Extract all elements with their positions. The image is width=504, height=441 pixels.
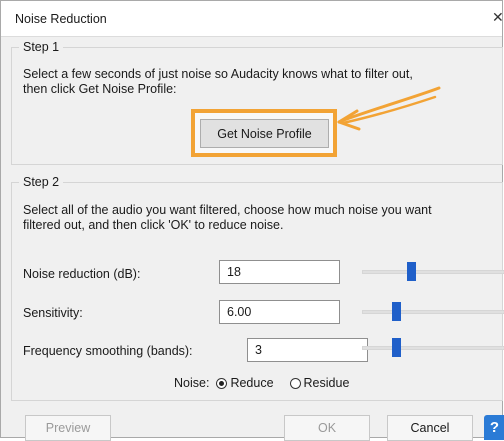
help-button[interactable]: ? <box>484 415 504 440</box>
noise-reduction-slider-thumb[interactable] <box>407 262 416 281</box>
frequency-smoothing-label: Frequency smoothing (bands): <box>23 344 193 358</box>
ok-button[interactable]: OK <box>284 415 370 441</box>
frequency-smoothing-slider-thumb[interactable] <box>392 338 401 357</box>
sensitivity-input[interactable]: 6.00 <box>219 300 340 324</box>
noise-reduction-input[interactable]: 18 <box>219 260 340 284</box>
residue-radio[interactable] <box>289 377 301 389</box>
step2-description-line1: Select all of the audio you want filtere… <box>23 203 432 217</box>
step1-description-line1: Select a few seconds of just noise so Au… <box>23 67 413 81</box>
title-bar: Noise Reduction ✕ <box>1 1 502 37</box>
reduce-radio-label[interactable]: Reduce <box>230 376 273 390</box>
window-title: Noise Reduction <box>15 12 107 26</box>
cancel-button[interactable]: Cancel <box>387 415 473 441</box>
sensitivity-label: Sensitivity: <box>23 306 83 320</box>
residue-radio-label[interactable]: Residue <box>304 376 350 390</box>
frequency-smoothing-input[interactable]: 3 <box>247 338 368 362</box>
get-noise-profile-button[interactable]: Get Noise Profile <box>200 119 329 148</box>
noise-mode-label: Noise: <box>174 376 210 390</box>
annotation-arrow-icon <box>337 86 441 131</box>
step1-label: Step 1 <box>19 40 64 54</box>
noise-reduction-dialog: Noise Reduction ✕ Step 1 Select a few se… <box>0 0 504 441</box>
step2-description-line2: filtered out, and then click 'OK' to red… <box>23 218 284 232</box>
noise-reduction-slider[interactable] <box>362 270 504 274</box>
step2-label: Step 2 <box>19 175 64 189</box>
step1-description-line2: then click Get Noise Profile: <box>23 82 177 96</box>
close-icon[interactable]: ✕ <box>492 9 502 27</box>
sensitivity-slider[interactable] <box>362 310 504 314</box>
reduce-radio[interactable] <box>216 377 228 389</box>
noise-mode-group: Noise: Reduce Residue <box>174 376 349 390</box>
preview-button[interactable]: Preview <box>25 415 111 441</box>
sensitivity-slider-thumb[interactable] <box>392 302 401 321</box>
noise-reduction-label: Noise reduction (dB): <box>23 267 141 281</box>
frequency-smoothing-slider[interactable] <box>362 346 504 350</box>
